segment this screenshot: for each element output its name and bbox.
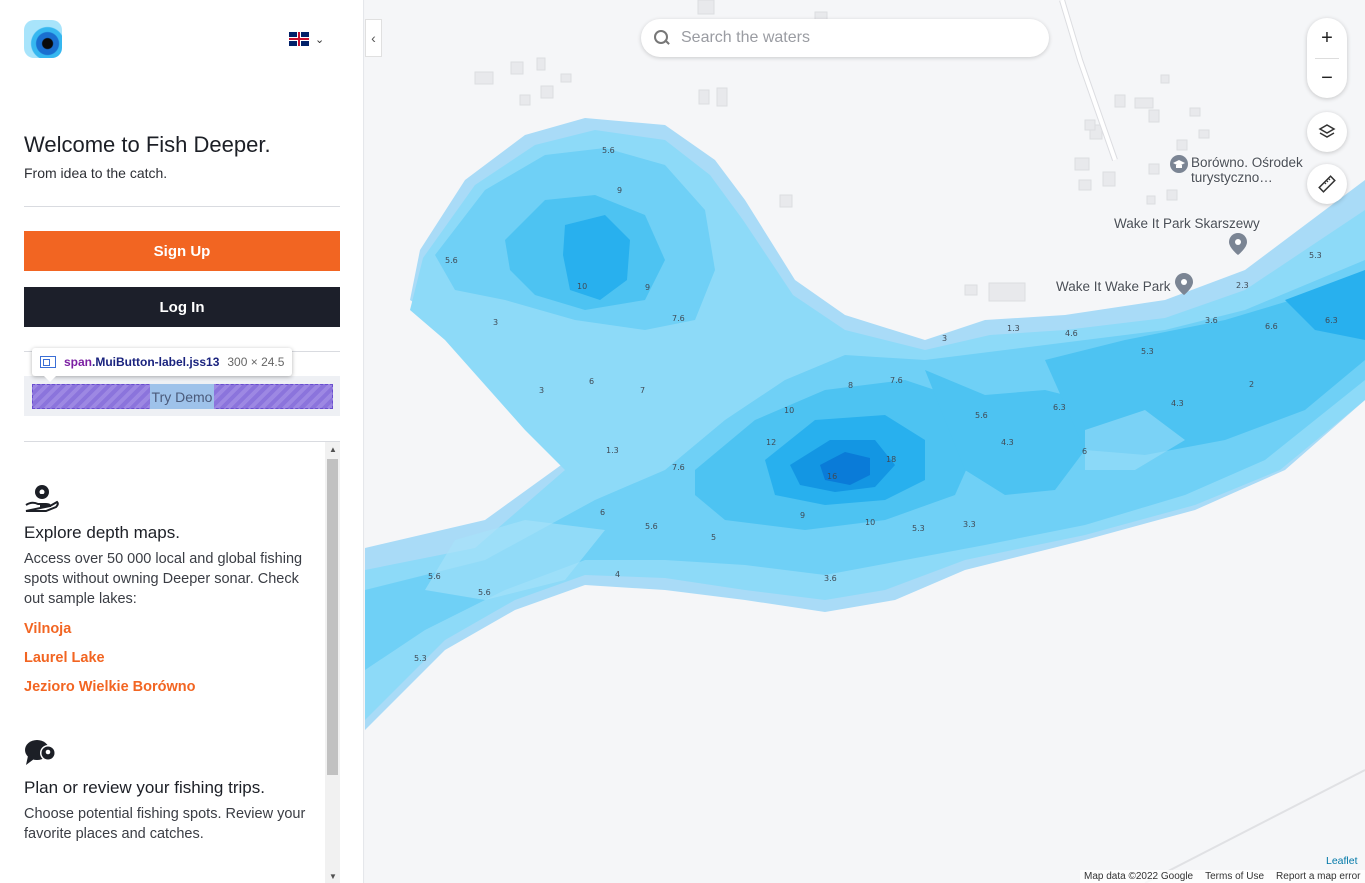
map-attribution: Map data ©2022 Google Terms of Use Repor…	[1080, 870, 1365, 883]
svg-text:4.3: 4.3	[1171, 399, 1184, 408]
zoom-out-button[interactable]: −	[1307, 58, 1347, 98]
svg-text:6.6: 6.6	[1265, 322, 1278, 331]
svg-text:9: 9	[800, 511, 805, 520]
depth-map[interactable]: 5.6 9 10 9 5.6 3 7.6 3 6 7 1.3 7.6 8 7.6 10 12 16 1…	[365, 0, 1365, 883]
svg-text:5.6: 5.6	[445, 256, 458, 265]
depth-map-canvas: 5.6 9 10 9 5.6 3 7.6 3 6 7 1.3 7.6 8 7.6 10 12 16 1…	[365, 0, 1365, 883]
svg-text:6.3: 6.3	[1053, 403, 1066, 412]
svg-text:3.3: 3.3	[963, 520, 976, 529]
lake-link-vilnoja[interactable]: Vilnoja	[24, 621, 71, 637]
feature-text: Choose potential fishing spots. Review y…	[24, 806, 306, 842]
svg-text:9: 9	[645, 283, 650, 292]
svg-text:5.3: 5.3	[1309, 251, 1322, 260]
scroll-down-arrow-icon[interactable]: ▼	[329, 872, 337, 881]
language-selector[interactable]: ⌄	[289, 32, 324, 46]
svg-text:2: 2	[1249, 380, 1254, 389]
collapse-sidebar-button[interactable]: ‹	[365, 19, 382, 57]
lake-link-jezioro-wielkie-borowno[interactable]: Jezioro Wielkie Borówno	[24, 679, 195, 695]
svg-text:5.6: 5.6	[428, 572, 441, 581]
poi-borowno-label[interactable]: Borówno. Ośrodek turystyczno…	[1191, 155, 1303, 185]
search-bar[interactable]	[641, 19, 1049, 57]
search-input[interactable]	[681, 29, 1021, 47]
leaflet-link[interactable]: Leaflet	[1326, 855, 1358, 867]
svg-text:5: 5	[711, 533, 716, 542]
svg-text:1.3: 1.3	[1007, 324, 1020, 333]
element-icon	[40, 356, 56, 368]
zoom-in-button[interactable]: +	[1307, 18, 1347, 58]
svg-text:5.6: 5.6	[478, 588, 491, 597]
depth-label: 5.6	[602, 146, 615, 155]
poi-wake-it-wake-park-label[interactable]: Wake It Wake Park	[1056, 279, 1171, 294]
welcome-subtitle: From idea to the catch.	[24, 165, 168, 181]
svg-text:3.6: 3.6	[1205, 316, 1218, 325]
layers-button[interactable]	[1307, 112, 1347, 152]
school-pin-icon[interactable]	[1168, 154, 1190, 180]
report-map-error-link[interactable]: Report a map error	[1276, 871, 1360, 882]
svg-text:6: 6	[600, 508, 605, 517]
tooltip-selector: span.MuiButton-label.jss13	[64, 355, 220, 369]
svg-text:7.6: 7.6	[672, 463, 685, 472]
feature-text: Access over 50 000 local and global fish…	[24, 551, 303, 607]
divider	[24, 206, 340, 207]
svg-text:10: 10	[865, 518, 875, 527]
tooltip-size: 300 × 24.5	[227, 355, 285, 369]
devtools-tooltip: span.MuiButton-label.jss13 300 × 24.5	[32, 348, 293, 382]
svg-text:1.3: 1.3	[606, 446, 619, 455]
svg-text:6: 6	[1082, 447, 1087, 456]
feature-title: Explore depth maps.	[24, 523, 180, 542]
svg-text:18: 18	[886, 455, 896, 464]
svg-text:10: 10	[577, 282, 587, 291]
map-data-credit: Map data ©2022 Google	[1084, 871, 1194, 882]
scroll-up-arrow-icon[interactable]: ▲	[329, 445, 337, 454]
map-pin-hand-icon	[25, 485, 59, 512]
svg-text:10: 10	[784, 406, 794, 415]
svg-text:4.3: 4.3	[1001, 438, 1014, 447]
uk-flag-icon	[289, 32, 309, 46]
scrollbar-thumb[interactable]	[327, 459, 338, 775]
map-pin-icon[interactable]	[1229, 233, 1247, 255]
svg-text:8: 8	[848, 381, 853, 390]
svg-text:6.3: 6.3	[1325, 316, 1338, 325]
svg-text:16: 16	[827, 472, 837, 481]
lake-link-laurel-lake[interactable]: Laurel Lake	[24, 650, 105, 666]
svg-text:5.6: 5.6	[975, 411, 988, 420]
svg-text:12: 12	[766, 438, 776, 447]
chat-pin-icon	[25, 740, 56, 765]
ruler-icon	[1318, 175, 1336, 193]
zoom-control: + −	[1307, 18, 1347, 98]
features-panel: Explore depth maps. Access over 50 000 l…	[24, 441, 340, 883]
svg-text:3.6: 3.6	[824, 574, 837, 583]
fish-deeper-logo[interactable]	[24, 20, 62, 58]
welcome-title: Welcome to Fish Deeper.	[24, 132, 271, 157]
chevron-down-icon: ⌄	[315, 33, 325, 46]
svg-text:5.3: 5.3	[1141, 347, 1154, 356]
svg-text:7.6: 7.6	[672, 314, 685, 323]
svg-text:6: 6	[589, 377, 594, 386]
sign-up-button[interactable]: Sign Up	[24, 231, 340, 271]
svg-text:4: 4	[615, 570, 620, 579]
svg-text:5.3: 5.3	[414, 654, 427, 663]
svg-text:3: 3	[539, 386, 544, 395]
sidebar: ⌄ Welcome to Fish Deeper. From idea to t…	[0, 0, 364, 883]
poi-wake-it-park-skarszewy-label[interactable]: Wake It Park Skarszewy	[1114, 216, 1260, 231]
svg-text:2.3: 2.3	[1236, 281, 1249, 290]
measure-button[interactable]	[1307, 164, 1347, 204]
chevron-left-icon: ‹	[371, 30, 376, 46]
svg-text:3: 3	[493, 318, 498, 327]
svg-text:9: 9	[617, 186, 622, 195]
svg-text:7: 7	[640, 386, 645, 395]
terms-of-use-link[interactable]: Terms of Use	[1205, 871, 1264, 882]
log-in-button[interactable]: Log In	[24, 287, 340, 327]
scrollbar[interactable]: ▲ ▼	[325, 442, 340, 883]
feature-title: Plan or review your fishing trips.	[24, 778, 265, 797]
svg-text:5.3: 5.3	[912, 524, 925, 533]
svg-text:7.6: 7.6	[890, 376, 903, 385]
layers-icon	[1318, 124, 1336, 138]
svg-text:4.6: 4.6	[1065, 329, 1078, 338]
try-demo-label[interactable]: Try Demo	[150, 384, 214, 409]
svg-text:3: 3	[942, 334, 947, 343]
search-icon	[653, 29, 671, 47]
svg-text:5.6: 5.6	[645, 522, 658, 531]
map-pin-icon[interactable]	[1175, 273, 1193, 295]
